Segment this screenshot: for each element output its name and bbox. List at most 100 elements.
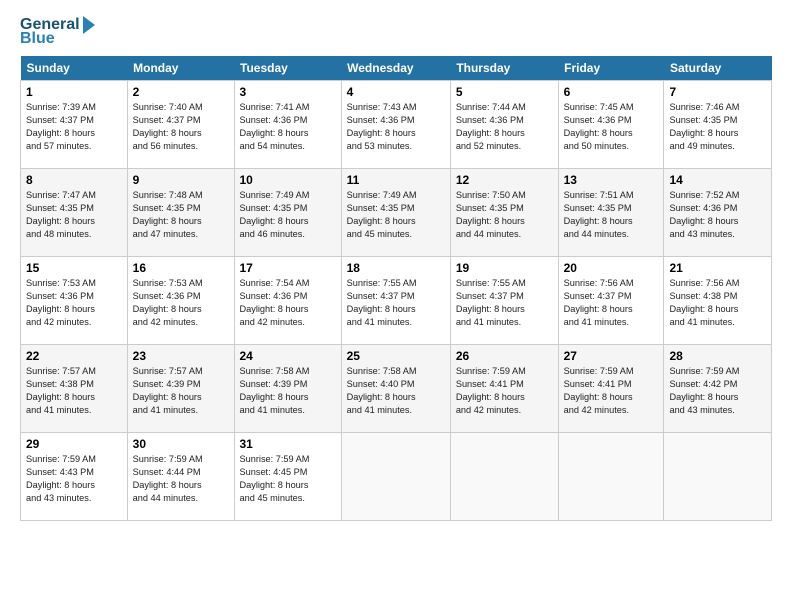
- day-header-friday: Friday: [558, 56, 664, 81]
- header: General Blue: [20, 16, 772, 48]
- calendar-cell: 21 Sunrise: 7:56 AMSunset: 4:38 PMDayligh…: [664, 257, 772, 345]
- day-number: 5: [456, 85, 553, 99]
- calendar-cell: 3 Sunrise: 7:41 AMSunset: 4:36 PMDaylight…: [234, 81, 341, 169]
- day-header-tuesday: Tuesday: [234, 56, 341, 81]
- day-info: Sunrise: 7:56 AMSunset: 4:37 PMDaylight:…: [564, 277, 659, 329]
- day-header-wednesday: Wednesday: [341, 56, 450, 81]
- day-info: Sunrise: 7:58 AMSunset: 4:39 PMDaylight:…: [240, 365, 336, 417]
- day-number: 24: [240, 349, 336, 363]
- day-info: Sunrise: 7:47 AMSunset: 4:35 PMDaylight:…: [26, 189, 122, 241]
- page: General Blue SundayMondayTuesdayWednesda…: [0, 0, 792, 612]
- day-info: Sunrise: 7:59 AMSunset: 4:44 PMDaylight:…: [133, 453, 229, 505]
- calendar-cell: 4 Sunrise: 7:43 AMSunset: 4:36 PMDaylight…: [341, 81, 450, 169]
- day-number: 20: [564, 261, 659, 275]
- day-info: Sunrise: 7:41 AMSunset: 4:36 PMDaylight:…: [240, 101, 336, 153]
- day-info: Sunrise: 7:50 AMSunset: 4:35 PMDaylight:…: [456, 189, 553, 241]
- calendar-cell: 29Sunrise: 7:59 AMSunset: 4:43 PMDayligh…: [21, 433, 128, 521]
- calendar-cell: 27 Sunrise: 7:59 AMSunset: 4:41 PMDayligh…: [558, 345, 664, 433]
- day-number: 14: [669, 173, 766, 187]
- day-info: Sunrise: 7:59 AMSunset: 4:41 PMDaylight:…: [564, 365, 659, 417]
- day-number: 1: [26, 85, 122, 99]
- day-info: Sunrise: 7:59 AMSunset: 4:41 PMDaylight:…: [456, 365, 553, 417]
- day-number: 22: [26, 349, 122, 363]
- day-number: 10: [240, 173, 336, 187]
- day-number: 18: [347, 261, 445, 275]
- calendar-cell: 16Sunrise: 7:53 AMSunset: 4:36 PMDayligh…: [127, 257, 234, 345]
- day-info: Sunrise: 7:44 AMSunset: 4:36 PMDaylight:…: [456, 101, 553, 153]
- calendar-cell: 17 Sunrise: 7:54 AMSunset: 4:36 PMDayligh…: [234, 257, 341, 345]
- calendar-cell: 19 Sunrise: 7:55 AMSunset: 4:37 PMDayligh…: [450, 257, 558, 345]
- day-info: Sunrise: 7:39 AMSunset: 4:37 PMDaylight:…: [26, 101, 122, 153]
- day-info: Sunrise: 7:51 AMSunset: 4:35 PMDaylight:…: [564, 189, 659, 241]
- day-number: 28: [669, 349, 766, 363]
- calendar-cell: 12 Sunrise: 7:50 AMSunset: 4:35 PMDayligh…: [450, 169, 558, 257]
- calendar-cell: 11 Sunrise: 7:49 AMSunset: 4:35 PMDayligh…: [341, 169, 450, 257]
- calendar-cell: 28 Sunrise: 7:59 AMSunset: 4:42 PMDayligh…: [664, 345, 772, 433]
- calendar-cell: 23Sunrise: 7:57 AMSunset: 4:39 PMDayligh…: [127, 345, 234, 433]
- calendar-header-row: SundayMondayTuesdayWednesdayThursdayFrid…: [21, 56, 772, 81]
- day-number: 13: [564, 173, 659, 187]
- calendar-cell: 7Sunrise: 7:46 AMSunset: 4:35 PMDaylight…: [664, 81, 772, 169]
- calendar-cell: 6Sunrise: 7:45 AMSunset: 4:36 PMDaylight…: [558, 81, 664, 169]
- day-header-monday: Monday: [127, 56, 234, 81]
- day-info: Sunrise: 7:59 AMSunset: 4:45 PMDaylight:…: [240, 453, 336, 505]
- calendar-cell: 20 Sunrise: 7:56 AMSunset: 4:37 PMDayligh…: [558, 257, 664, 345]
- day-number: 26: [456, 349, 553, 363]
- day-info: Sunrise: 7:43 AMSunset: 4:36 PMDaylight:…: [347, 101, 445, 153]
- calendar-cell: 15 Sunrise: 7:53 AMSunset: 4:36 PMDayligh…: [21, 257, 128, 345]
- day-info: Sunrise: 7:59 AMSunset: 4:42 PMDaylight:…: [669, 365, 766, 417]
- day-number: 29: [26, 437, 122, 451]
- day-info: Sunrise: 7:49 AMSunset: 4:35 PMDaylight:…: [347, 189, 445, 241]
- calendar-cell: 31 Sunrise: 7:59 AMSunset: 4:45 PMDayligh…: [234, 433, 341, 521]
- calendar-cell: [664, 433, 772, 521]
- day-info: Sunrise: 7:45 AMSunset: 4:36 PMDaylight:…: [564, 101, 659, 153]
- day-info: Sunrise: 7:49 AMSunset: 4:35 PMDaylight:…: [240, 189, 336, 241]
- calendar-cell: 22 Sunrise: 7:57 AMSunset: 4:38 PMDayligh…: [21, 345, 128, 433]
- day-number: 9: [133, 173, 229, 187]
- calendar-cell: 25Sunrise: 7:58 AMSunset: 4:40 PMDayligh…: [341, 345, 450, 433]
- calendar-cell: 8 Sunrise: 7:47 AMSunset: 4:35 PMDaylight…: [21, 169, 128, 257]
- logo-blue: Blue: [20, 30, 55, 48]
- day-number: 4: [347, 85, 445, 99]
- day-info: Sunrise: 7:40 AMSunset: 4:37 PMDaylight:…: [133, 101, 229, 153]
- day-number: 12: [456, 173, 553, 187]
- calendar-cell: 30Sunrise: 7:59 AMSunset: 4:44 PMDayligh…: [127, 433, 234, 521]
- day-number: 17: [240, 261, 336, 275]
- day-number: 21: [669, 261, 766, 275]
- calendar-cell: 26 Sunrise: 7:59 AMSunset: 4:41 PMDayligh…: [450, 345, 558, 433]
- day-header-saturday: Saturday: [664, 56, 772, 81]
- calendar-cell: [558, 433, 664, 521]
- day-info: Sunrise: 7:52 AMSunset: 4:36 PMDaylight:…: [669, 189, 766, 241]
- day-header-sunday: Sunday: [21, 56, 128, 81]
- day-info: Sunrise: 7:48 AMSunset: 4:35 PMDaylight:…: [133, 189, 229, 241]
- day-number: 2: [133, 85, 229, 99]
- day-number: 15: [26, 261, 122, 275]
- day-number: 8: [26, 173, 122, 187]
- day-number: 31: [240, 437, 336, 451]
- day-number: 3: [240, 85, 336, 99]
- day-info: Sunrise: 7:55 AMSunset: 4:37 PMDaylight:…: [347, 277, 445, 329]
- day-number: 27: [564, 349, 659, 363]
- week-row-2: 8 Sunrise: 7:47 AMSunset: 4:35 PMDaylight…: [21, 169, 772, 257]
- calendar-cell: 1 Sunrise: 7:39 AMSunset: 4:37 PMDaylight…: [21, 81, 128, 169]
- week-row-4: 22 Sunrise: 7:57 AMSunset: 4:38 PMDayligh…: [21, 345, 772, 433]
- day-info: Sunrise: 7:53 AMSunset: 4:36 PMDaylight:…: [26, 277, 122, 329]
- day-info: Sunrise: 7:56 AMSunset: 4:38 PMDaylight:…: [669, 277, 766, 329]
- day-info: Sunrise: 7:46 AMSunset: 4:35 PMDaylight:…: [669, 101, 766, 153]
- day-info: Sunrise: 7:54 AMSunset: 4:36 PMDaylight:…: [240, 277, 336, 329]
- day-header-thursday: Thursday: [450, 56, 558, 81]
- day-info: Sunrise: 7:55 AMSunset: 4:37 PMDaylight:…: [456, 277, 553, 329]
- calendar-cell: 13 Sunrise: 7:51 AMSunset: 4:35 PMDayligh…: [558, 169, 664, 257]
- day-number: 16: [133, 261, 229, 275]
- day-number: 19: [456, 261, 553, 275]
- calendar-cell: 10 Sunrise: 7:49 AMSunset: 4:35 PMDayligh…: [234, 169, 341, 257]
- calendar-cell: 5 Sunrise: 7:44 AMSunset: 4:36 PMDaylight…: [450, 81, 558, 169]
- day-info: Sunrise: 7:57 AMSunset: 4:38 PMDaylight:…: [26, 365, 122, 417]
- day-number: 11: [347, 173, 445, 187]
- calendar-cell: 2 Sunrise: 7:40 AMSunset: 4:37 PMDaylight…: [127, 81, 234, 169]
- day-number: 23: [133, 349, 229, 363]
- calendar-table: SundayMondayTuesdayWednesdayThursdayFrid…: [20, 56, 772, 521]
- calendar-cell: [450, 433, 558, 521]
- calendar-cell: [341, 433, 450, 521]
- day-number: 25: [347, 349, 445, 363]
